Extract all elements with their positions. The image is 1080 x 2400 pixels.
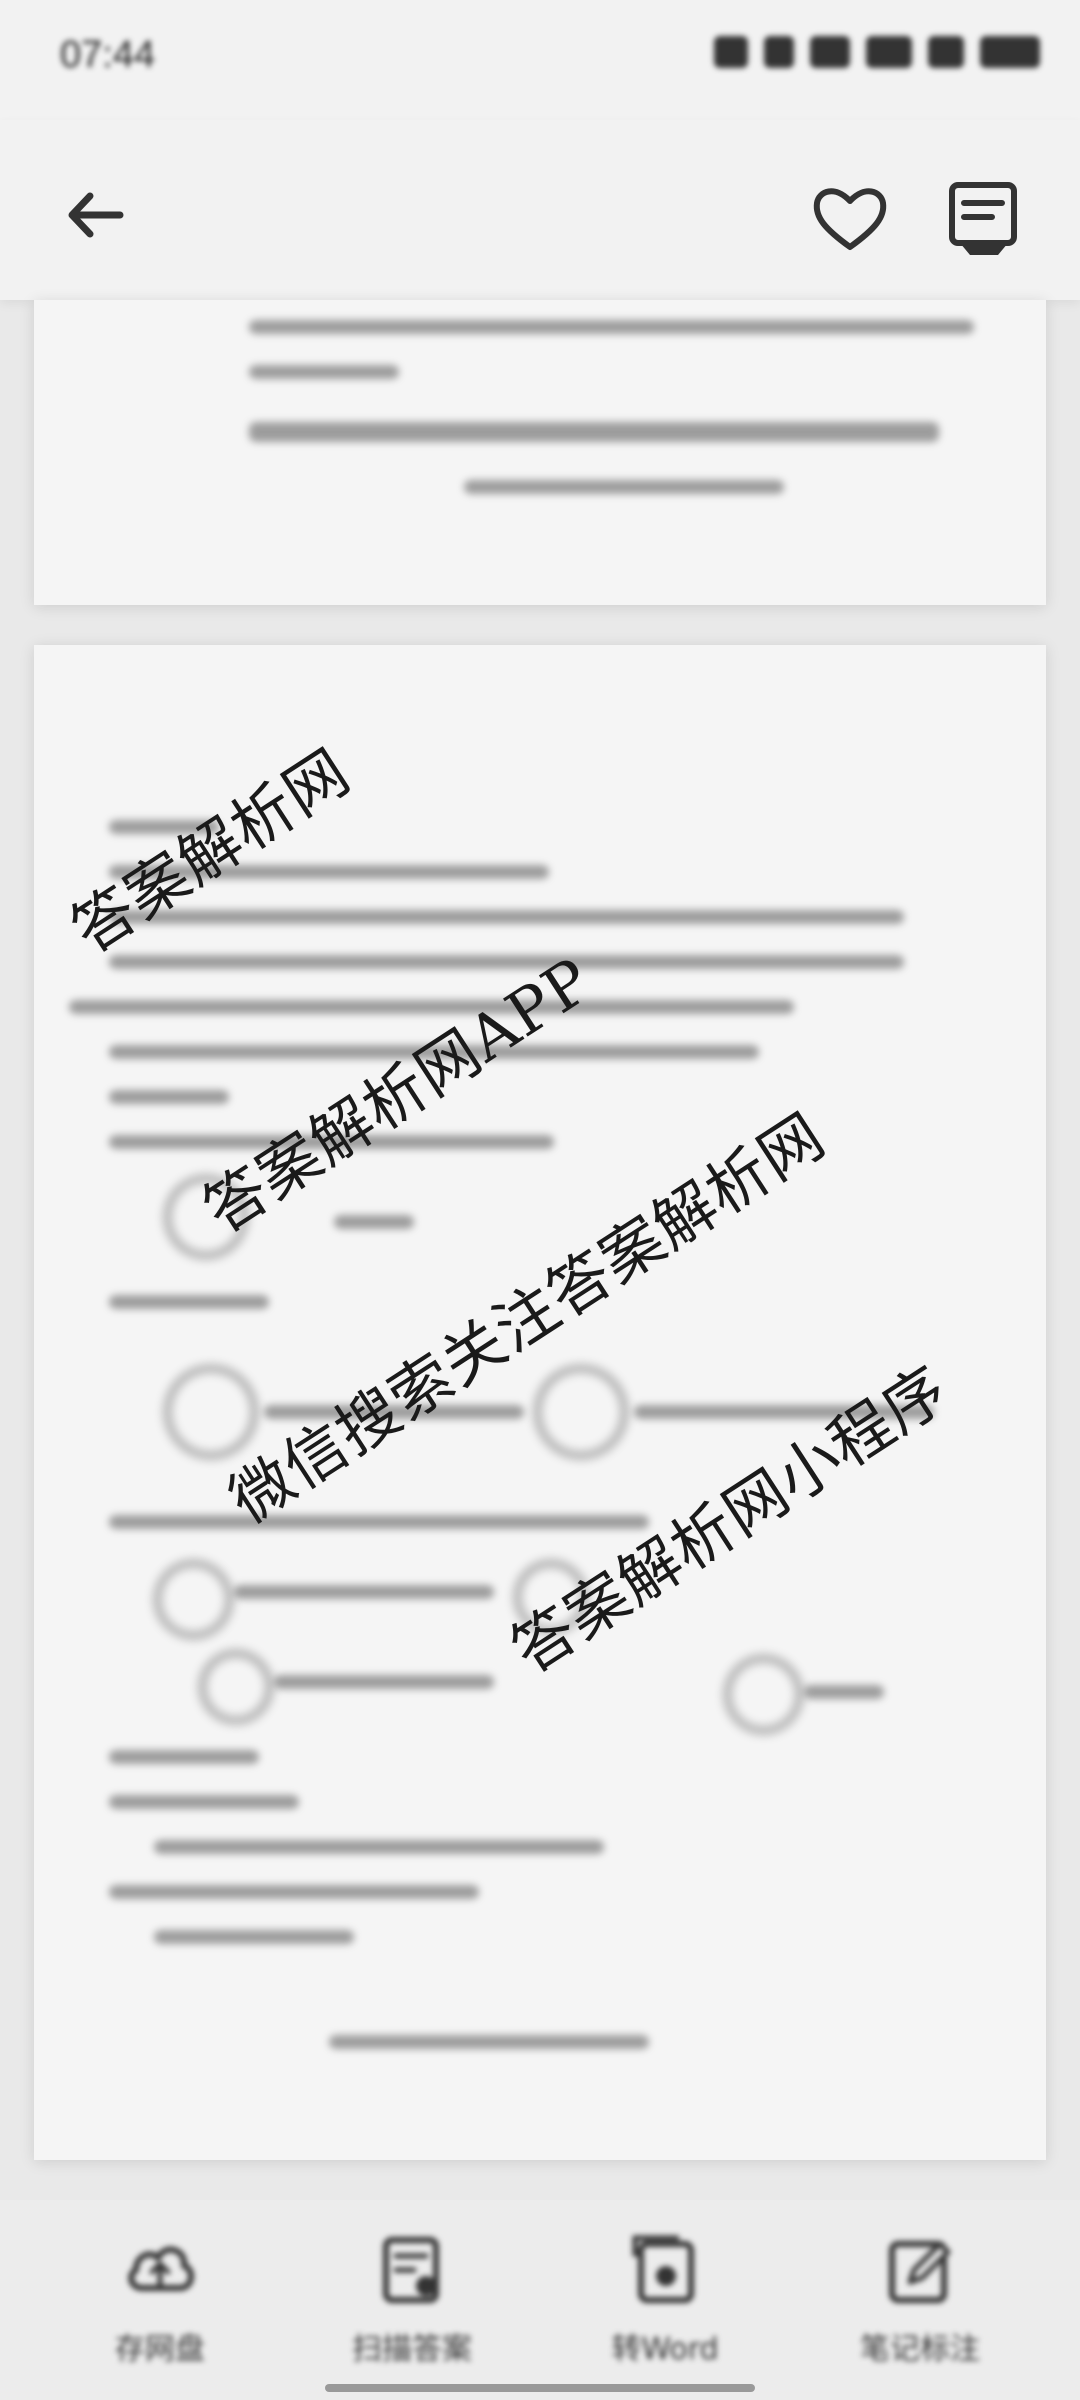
convert-to-word-button[interactable]: 转Word <box>565 2230 765 2368</box>
back-button[interactable] <box>50 170 140 260</box>
blurred-text-line <box>109 1090 229 1104</box>
back-arrow-icon <box>68 192 124 238</box>
blurred-text-line <box>804 1685 884 1699</box>
status-icons <box>714 36 1040 68</box>
toolbar-label: 转Word <box>611 2332 719 2367</box>
blurred-text-line <box>109 1515 649 1529</box>
wifi-icon <box>928 36 964 68</box>
blurred-text-line <box>109 910 904 924</box>
status-time: 07:44 <box>60 34 156 76</box>
status-bar: 07:44 <box>0 0 1080 120</box>
toolbar-label: 扫描答案 <box>352 2332 472 2367</box>
scan-doc-icon <box>383 2237 439 2303</box>
blurred-text-line <box>249 422 939 442</box>
toolbar-label: 笔记标注 <box>860 2332 980 2367</box>
blurred-structure-figure <box>154 1560 233 1639</box>
blurred-text-line <box>329 2035 649 2049</box>
toolbar-label: 存网盘 <box>115 2332 205 2367</box>
blurred-text-line <box>249 320 974 334</box>
note-annotate-button[interactable]: 笔记标注 <box>820 2230 1020 2368</box>
signal-icon <box>764 36 794 68</box>
document-list-icon <box>949 182 1017 255</box>
home-indicator[interactable] <box>325 2384 755 2392</box>
signal-icon <box>714 36 748 68</box>
blurred-structure-figure <box>534 1365 628 1459</box>
document-menu-button[interactable] <box>940 175 1030 265</box>
document-page <box>34 300 1046 605</box>
blurred-text-line <box>249 365 399 379</box>
blurred-text-line <box>464 480 784 494</box>
cloud-upload-icon <box>128 2246 194 2291</box>
wifi-icon <box>810 36 850 68</box>
battery-icon <box>980 36 1040 68</box>
bottom-toolbar: 存网盘 扫描答案 转Word 笔记标注 <box>0 2200 1080 2400</box>
blurred-text-line <box>234 1585 494 1599</box>
scan-answer-button[interactable]: 扫描答案 <box>312 2230 512 2368</box>
blurred-text-line <box>274 1675 494 1689</box>
convert-word-icon <box>632 2235 694 2303</box>
signal-icon <box>866 36 912 68</box>
blurred-structure-figure <box>724 1655 803 1734</box>
blurred-structure-figure <box>199 1650 273 1724</box>
blurred-text-line <box>109 1295 269 1309</box>
blurred-text-line <box>109 1750 259 1764</box>
blurred-text-line <box>109 1885 479 1899</box>
save-to-cloud-button[interactable]: 存网盘 <box>60 2230 260 2368</box>
blurred-text-line <box>334 1215 414 1229</box>
blurred-text-line <box>154 1930 354 1944</box>
heart-icon <box>813 188 887 250</box>
blurred-text-line <box>109 1795 299 1809</box>
blurred-text-line <box>154 1840 604 1854</box>
edit-note-icon <box>889 2241 951 2303</box>
favorite-button[interactable] <box>805 175 895 265</box>
app-bar <box>0 120 1080 300</box>
